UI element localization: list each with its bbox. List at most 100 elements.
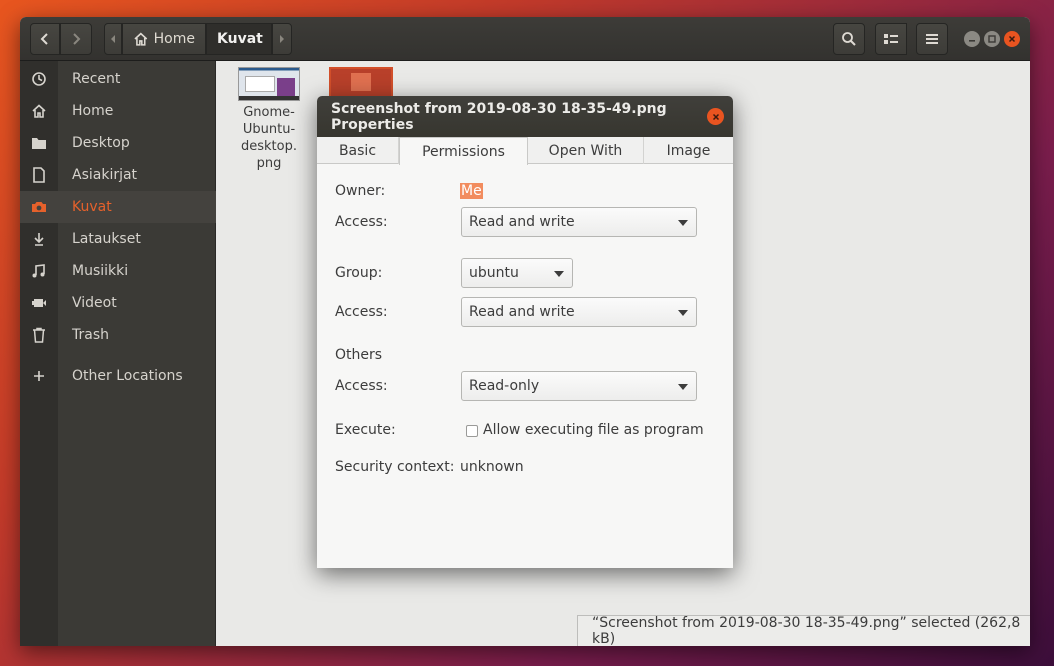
tab-label: Open With bbox=[548, 142, 623, 159]
owner-value: Me bbox=[460, 183, 483, 199]
breadcrumb-kuvat[interactable]: Kuvat bbox=[206, 23, 272, 55]
sidebar-item-label: Trash bbox=[72, 327, 109, 343]
sidebar-item-label: Home bbox=[72, 103, 114, 119]
sidebar-item-label: Musiikki bbox=[72, 263, 129, 279]
camera-icon bbox=[20, 200, 58, 214]
sidebar-item-label: Recent bbox=[72, 71, 121, 87]
breadcrumb-kuvat-label: Kuvat bbox=[217, 31, 263, 47]
sidebar-item-musiikki[interactable]: Musiikki bbox=[20, 255, 216, 287]
sidebar-item-kuvat[interactable]: Kuvat bbox=[20, 191, 216, 223]
sidebar-item-label: Asiakirjat bbox=[72, 167, 138, 183]
breadcrumb-scroll-left[interactable] bbox=[104, 23, 122, 55]
close-icon bbox=[712, 113, 719, 120]
home-icon bbox=[20, 104, 58, 118]
breadcrumb-home[interactable]: Home bbox=[122, 23, 206, 55]
view-toggle-button[interactable] bbox=[875, 23, 907, 55]
chevron-left-icon bbox=[40, 33, 48, 45]
headerbar: Home Kuvat bbox=[20, 17, 1030, 61]
dialog-close-button[interactable] bbox=[707, 108, 724, 125]
home-icon bbox=[134, 32, 148, 46]
sidebar-item-label: Lataukset bbox=[72, 231, 141, 247]
execute-checkbox-label[interactable]: Allow executing file as program bbox=[483, 422, 704, 438]
security-context-label: Security context: bbox=[335, 459, 455, 475]
search-button[interactable] bbox=[833, 23, 865, 55]
group-select[interactable]: ubuntu bbox=[461, 258, 573, 288]
arrow-left-icon bbox=[111, 35, 115, 43]
sidebar-item-desktop[interactable]: Desktop bbox=[20, 127, 216, 159]
status-text: “Screenshot from 2019-08-30 18-35-49.png… bbox=[592, 615, 1021, 646]
maximize-icon bbox=[988, 35, 996, 43]
dropdown-arrow-icon bbox=[554, 271, 564, 277]
music-icon bbox=[20, 263, 58, 279]
sidebar-item-label: Videot bbox=[72, 295, 117, 311]
back-button[interactable] bbox=[30, 23, 60, 55]
file-name-line: png bbox=[256, 156, 282, 171]
dialog-tabs: Basic Permissions Open With Image bbox=[317, 137, 733, 165]
others-access-value: Read-only bbox=[469, 378, 540, 394]
file-item-gnome-ubuntu-desktop[interactable]: Gnome- Ubuntu- desktop. png bbox=[229, 67, 309, 172]
file-name-line: Gnome- bbox=[243, 105, 295, 120]
menu-button[interactable] bbox=[916, 23, 948, 55]
file-thumbnail bbox=[238, 67, 300, 101]
properties-dialog: Screenshot from 2019-08-30 18-35-49.png … bbox=[317, 96, 733, 568]
file-name-line: Ubuntu- bbox=[242, 122, 296, 137]
tab-label: Permissions bbox=[422, 143, 505, 160]
breadcrumb-scroll-right[interactable] bbox=[272, 23, 292, 55]
execute-checkbox[interactable] bbox=[466, 425, 478, 437]
group-value: ubuntu bbox=[469, 265, 519, 281]
sidebar-item-trash[interactable]: Trash bbox=[20, 319, 216, 351]
dropdown-arrow-icon bbox=[678, 310, 688, 316]
breadcrumb-home-label: Home bbox=[153, 31, 195, 47]
execute-label: Execute: bbox=[335, 422, 396, 438]
folder-icon bbox=[20, 136, 58, 150]
sidebar-item-lataukset[interactable]: Lataukset bbox=[20, 223, 216, 255]
dropdown-arrow-icon bbox=[678, 220, 688, 226]
search-icon bbox=[842, 32, 856, 46]
group-access-value: Read and write bbox=[469, 304, 575, 320]
sidebar-item-recent[interactable]: Recent bbox=[20, 63, 216, 95]
others-label: Others bbox=[335, 347, 383, 363]
sidebar-item-label: Desktop bbox=[72, 135, 130, 151]
sidebar-item-home[interactable]: Home bbox=[20, 95, 216, 127]
forward-button[interactable] bbox=[60, 23, 92, 55]
hamburger-menu-icon bbox=[926, 34, 938, 44]
tab-permissions[interactable]: Permissions bbox=[399, 137, 528, 165]
sidebar-item-label: Other Locations bbox=[72, 368, 183, 384]
status-bar: “Screenshot from 2019-08-30 18-35-49.png… bbox=[577, 615, 1030, 646]
tab-open-with[interactable]: Open With bbox=[528, 137, 644, 164]
maximize-button[interactable] bbox=[984, 31, 1000, 47]
minimize-button[interactable] bbox=[964, 31, 980, 47]
sidebar-item-label: Kuvat bbox=[72, 199, 112, 215]
sidebar-item-other-locations[interactable]: Other Locations bbox=[20, 360, 216, 392]
tab-label: Image bbox=[666, 142, 711, 159]
sidebar-item-videot[interactable]: Videot bbox=[20, 287, 216, 319]
chevron-right-icon bbox=[73, 33, 81, 45]
tab-label: Basic bbox=[338, 142, 377, 159]
dropdown-arrow-icon bbox=[678, 384, 688, 390]
tab-image[interactable]: Image bbox=[644, 137, 733, 164]
sidebar-item-asiakirjat[interactable]: Asiakirjat bbox=[20, 159, 216, 191]
document-icon bbox=[20, 167, 58, 183]
breadcrumb: Home Kuvat bbox=[104, 23, 292, 55]
group-label: Group: bbox=[335, 265, 383, 281]
group-access-label: Access: bbox=[335, 304, 388, 320]
close-icon bbox=[1008, 35, 1016, 43]
owner-access-select[interactable]: Read and write bbox=[461, 207, 697, 237]
tab-basic[interactable]: Basic bbox=[317, 137, 399, 164]
minimize-icon bbox=[969, 40, 975, 42]
file-name-line: desktop. bbox=[241, 139, 297, 154]
security-context-value: unknown bbox=[460, 459, 524, 475]
trash-icon bbox=[20, 327, 58, 343]
owner-access-value: Read and write bbox=[469, 214, 575, 230]
list-view-icon bbox=[884, 34, 898, 44]
video-icon bbox=[20, 297, 58, 309]
plus-icon bbox=[20, 370, 58, 382]
download-icon bbox=[20, 231, 58, 247]
dialog-title: Screenshot from 2019-08-30 18-35-49.png … bbox=[331, 100, 667, 133]
group-access-select[interactable]: Read and write bbox=[461, 297, 697, 327]
others-access-select[interactable]: Read-only bbox=[461, 371, 697, 401]
others-access-label: Access: bbox=[335, 378, 388, 394]
clock-icon bbox=[20, 71, 58, 87]
dialog-titlebar: Screenshot from 2019-08-30 18-35-49.png … bbox=[317, 96, 733, 137]
close-window-button[interactable] bbox=[1004, 31, 1020, 47]
